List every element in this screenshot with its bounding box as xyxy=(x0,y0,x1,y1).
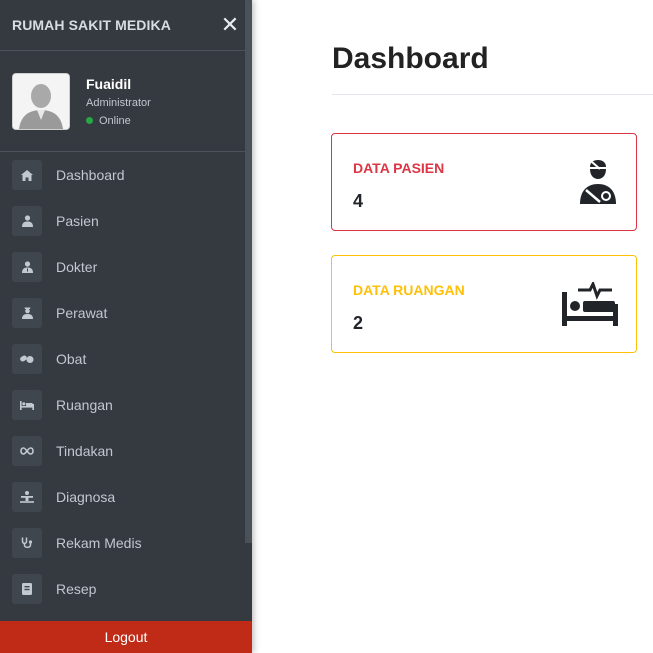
sidebar-item-perawat[interactable]: Perawat xyxy=(0,290,252,336)
sidebar-item-label: Rekam Medis xyxy=(56,535,142,551)
user-injured-icon xyxy=(12,206,42,236)
sidebar-item-obat[interactable]: Obat xyxy=(0,336,252,382)
user-md-icon xyxy=(12,252,42,282)
user-injured-icon xyxy=(578,160,618,209)
sidebar-item-resep[interactable]: Resep xyxy=(0,566,252,612)
brand-bar: RUMAH SAKIT MEDIKA ✕ xyxy=(0,0,252,51)
user-status-label: Online xyxy=(99,114,131,127)
page-title: Dashboard xyxy=(332,42,489,75)
sidebar-item-ruangan[interactable]: Ruangan xyxy=(0,382,252,428)
user-name: Fuaidil xyxy=(86,75,132,92)
diagnoses-icon xyxy=(12,482,42,512)
sidebar-item-dokter[interactable]: Dokter xyxy=(0,244,252,290)
user-panel: Fuaidil Administrator Online xyxy=(0,51,252,152)
sidebar-item-label: Pasien xyxy=(56,213,99,229)
sidebar-nav: Dashboard Pasien Dokter Perawat Obat Rua… xyxy=(0,152,252,612)
avatar xyxy=(12,72,70,130)
home-icon xyxy=(12,160,42,190)
sidebar: RUMAH SAKIT MEDIKA ✕ Fuaidil Administrat… xyxy=(0,0,252,653)
capsules-icon xyxy=(12,344,42,374)
procedures-icon xyxy=(562,280,618,331)
sidebar-item-label: Perawat xyxy=(56,305,108,321)
sidebar-item-rekam-medis[interactable]: Rekam Medis xyxy=(0,520,252,566)
procedures-icon xyxy=(12,390,42,420)
card-value: 2 xyxy=(353,313,364,333)
sidebar-item-label: Diagnosa xyxy=(56,489,116,505)
sidebar-item-label: Tindakan xyxy=(56,443,114,459)
sidebar-item-label: Dashboard xyxy=(56,167,125,183)
online-dot-icon xyxy=(86,117,93,124)
logout-button[interactable]: Logout xyxy=(0,621,252,653)
brand-title: RUMAH SAKIT MEDIKA xyxy=(12,17,171,33)
card-data-ruangan[interactable]: DATA RUANGAN 2 xyxy=(331,255,637,353)
sidebar-item-tindakan[interactable]: Tindakan xyxy=(0,428,252,474)
close-sidebar-button[interactable]: ✕ xyxy=(220,14,240,36)
sidebar-item-dashboard[interactable]: Dashboard xyxy=(0,152,252,198)
card-title: DATA RUANGAN xyxy=(353,282,465,298)
infinity-icon xyxy=(12,436,42,466)
card-data-pasien[interactable]: DATA PASIEN 4 xyxy=(331,133,637,231)
sidebar-item-diagnosa[interactable]: Diagnosa xyxy=(0,474,252,520)
book-medical-icon xyxy=(12,574,42,604)
sidebar-item-label: Resep xyxy=(56,581,97,597)
stethoscope-icon xyxy=(12,528,42,558)
sidebar-item-label: Dokter xyxy=(56,259,98,275)
avatar-person-icon xyxy=(13,73,69,129)
user-nurse-icon xyxy=(12,298,42,328)
sidebar-item-label: Ruangan xyxy=(56,397,113,413)
card-value: 4 xyxy=(353,191,364,211)
sidebar-item-pasien[interactable]: Pasien xyxy=(0,198,252,244)
sidebar-scrollbar[interactable] xyxy=(245,0,252,543)
user-status: Online xyxy=(86,115,151,127)
main-content: Dashboard DATA PASIEN 4 DATA RUANGAN 2 xyxy=(252,0,653,653)
card-title: DATA PASIEN xyxy=(353,160,445,176)
title-divider xyxy=(332,94,653,95)
user-role: Administrator xyxy=(86,96,151,109)
sidebar-item-label: Obat xyxy=(56,351,87,367)
